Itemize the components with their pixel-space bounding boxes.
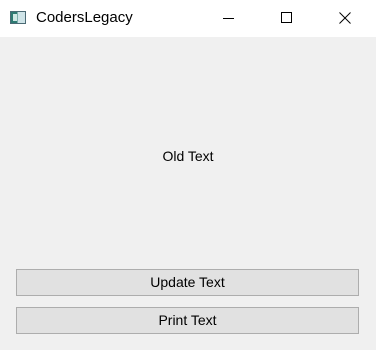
app-window: CodersLegacy Old Text Update Text Print … — [0, 0, 376, 350]
maximize-button[interactable] — [264, 0, 310, 37]
maximize-icon — [281, 12, 292, 23]
minimize-icon — [223, 18, 234, 19]
app-window-icon — [10, 11, 26, 24]
update-text-button[interactable]: Update Text — [16, 269, 359, 296]
title-bar[interactable]: CodersLegacy — [0, 0, 376, 37]
window-title: CodersLegacy — [36, 9, 133, 26]
close-icon — [339, 12, 351, 24]
print-text-button[interactable]: Print Text — [16, 307, 359, 334]
status-label: Old Text — [162, 148, 214, 164]
minimize-button[interactable] — [206, 0, 252, 37]
close-button[interactable] — [322, 0, 368, 37]
